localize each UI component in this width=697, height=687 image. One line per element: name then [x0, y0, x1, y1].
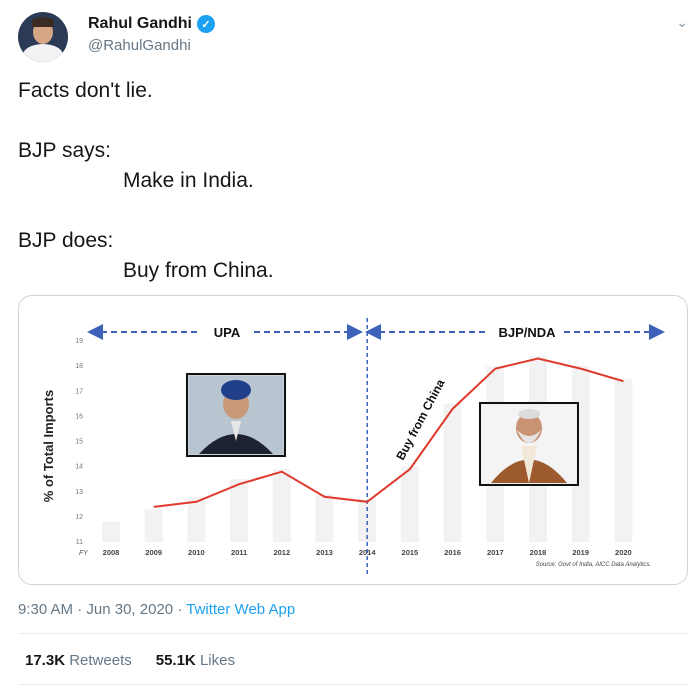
- background-bar: [443, 403, 462, 542]
- tweet-text: Facts don't lie. BJP says: Make in India…: [18, 76, 678, 286]
- divider: [18, 633, 688, 634]
- imports-chart: 11 12 13 14 15 16 17 18 19 2008 2009 2010 2011 2012 2…: [41, 318, 665, 574]
- chart-source: Source: Govt of India, AICC Data Analyti…: [536, 562, 651, 568]
- likes-label: Likes: [199, 652, 235, 669]
- background-bar: [230, 479, 249, 542]
- retweets-label: Retweets: [69, 652, 132, 669]
- tweet-line: BJP does:: [18, 229, 114, 252]
- x-tick-label: 2010: [188, 548, 205, 557]
- tweet-source-app[interactable]: Twitter Web App: [186, 601, 295, 618]
- background-bar: [272, 469, 291, 542]
- tweet-header: Rahul Gandhi ✓ @RahulGandhi ⌄: [18, 10, 688, 62]
- engagement-stats: 17.3K Retweets 55.1K Likes: [25, 652, 235, 669]
- background-bar: [400, 466, 419, 542]
- y-tick-label: 19: [75, 338, 83, 345]
- chevron-down-icon[interactable]: ⌄: [676, 14, 688, 31]
- likes-count: 55.1K: [155, 652, 196, 669]
- x-tick-label: 2017: [487, 548, 504, 557]
- y-tick-label: 14: [75, 464, 83, 471]
- meta-separator: ·: [77, 601, 83, 618]
- tweet-meta: 9:30 AM · Jun 30, 2020 · Twitter Web App: [18, 601, 295, 618]
- x-tick-label: 2019: [572, 548, 589, 557]
- y-tick-label: 12: [75, 514, 83, 521]
- author-handle[interactable]: @RahulGandhi: [88, 37, 191, 54]
- nda-label: BJP/NDA: [498, 325, 556, 340]
- y-tick-label: 16: [75, 413, 83, 420]
- x-tick-label: 2013: [316, 548, 333, 557]
- upa-label: UPA: [214, 325, 241, 340]
- avatar[interactable]: [18, 12, 68, 62]
- x-tick-label: 2018: [530, 548, 547, 557]
- x-tick-label: 2012: [273, 548, 290, 557]
- divider: [18, 684, 688, 685]
- tweet-media[interactable]: 11 12 13 14 15 16 17 18 19 2008 2009 2010 2011 2012 2…: [18, 295, 688, 585]
- tweet-line: BJP says:: [18, 139, 111, 162]
- tweet-time[interactable]: 9:30 AM: [18, 601, 73, 618]
- y-tick-label: 15: [75, 439, 83, 446]
- y-tick-label: 18: [75, 363, 83, 370]
- avatar-shirt: [23, 44, 63, 62]
- x-tick-label: 2020: [615, 548, 632, 557]
- buy-from-china-annotation: Buy from China: [393, 377, 447, 463]
- manmohan-photo: [186, 373, 286, 457]
- x-tick-label: 2016: [444, 548, 461, 557]
- verified-badge-icon: ✓: [197, 15, 215, 33]
- name-row[interactable]: Rahul Gandhi ✓: [88, 15, 215, 33]
- y-tick-label: 17: [75, 388, 83, 395]
- background-bar: [187, 496, 206, 542]
- y-axis-label: % of Total Imports: [41, 390, 56, 502]
- tweet-date[interactable]: Jun 30, 2020: [86, 601, 173, 618]
- tweet-line: Facts don't lie.: [18, 79, 153, 102]
- meta-separator: ·: [177, 601, 183, 618]
- x-tick-label: 2009: [145, 548, 162, 557]
- x-tick-label: 2015: [402, 548, 419, 557]
- background-bar: [102, 521, 120, 542]
- retweets-stat[interactable]: 17.3K Retweets: [25, 652, 132, 669]
- likes-stat[interactable]: 55.1K Likes: [156, 652, 235, 669]
- avatar-hair: [32, 17, 54, 27]
- background-bar: [144, 509, 163, 542]
- background-bar: [315, 494, 334, 542]
- x-tick-label: 2008: [103, 548, 120, 557]
- background-bar: [614, 378, 633, 542]
- author-name[interactable]: Rahul Gandhi: [88, 15, 192, 33]
- retweets-count: 17.3K: [25, 652, 66, 669]
- modi-photo: [479, 402, 579, 486]
- y-tick-label: 13: [75, 489, 83, 496]
- tweet-line: Make in India.: [123, 169, 254, 192]
- tweet-line: Buy from China.: [123, 259, 274, 282]
- y-tick-label: 11: [76, 539, 83, 546]
- x-axis-prefix: FY: [79, 550, 89, 557]
- x-tick-label: 2011: [231, 548, 247, 557]
